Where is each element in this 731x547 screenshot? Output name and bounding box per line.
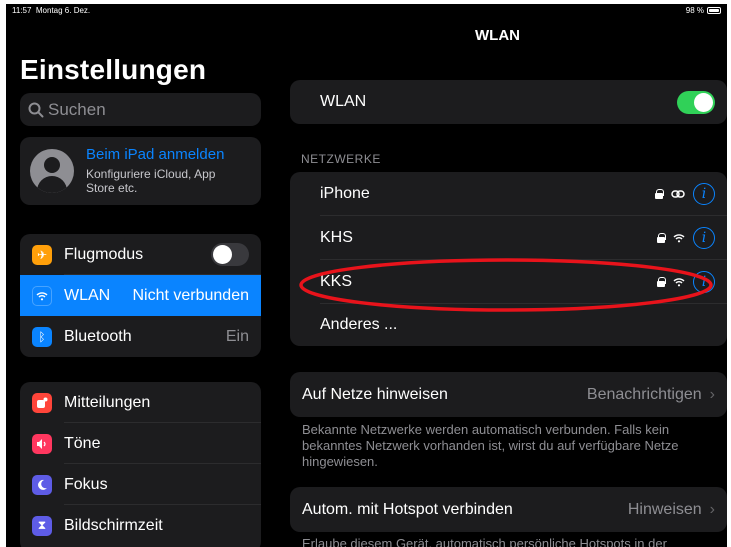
wifi-icon [32, 285, 52, 306]
network-row-khs[interactable]: KHS i [290, 216, 727, 260]
airplane-icon: ✈ [32, 244, 52, 265]
sidebar-item-label: Bluetooth [64, 327, 132, 345]
ask-join-note: Bekannte Netzwerke werden automatisch ve… [302, 422, 679, 469]
sign-in-subtitle: Konfiguriere iCloud, App Store etc. [86, 167, 216, 195]
sidebar-item-label: Flugmodus [64, 245, 144, 263]
connectivity-group: ✈ Flugmodus WLAN Nicht verbunden ᛒ Bluet… [20, 234, 261, 357]
sidebar-item-sounds[interactable]: Töne [20, 423, 261, 464]
sidebar-item-bluetooth[interactable]: ᛒ Bluetooth Ein [20, 316, 261, 357]
sidebar-item-notifications[interactable]: Mitteilungen [20, 382, 261, 423]
network-row-iphone[interactable]: iPhone i [290, 172, 727, 216]
airplane-mode-toggle[interactable] [211, 243, 249, 266]
wifi-icon [673, 234, 685, 243]
bluetooth-icon: ᛒ [32, 326, 52, 347]
status-time: 11:57 Montag 6. Dez. [12, 6, 90, 15]
sidebar-item-label: Fokus [64, 475, 108, 493]
avatar-icon [30, 149, 74, 193]
networks-header: NETZWERKE [301, 152, 381, 166]
chevron-right-icon: › [709, 385, 715, 403]
moon-icon [32, 474, 52, 495]
sidebar-item-screen-time[interactable]: ⧗ Bildschirmzeit [20, 505, 261, 546]
page-title: WLAN [475, 27, 520, 44]
sidebar-item-label: Töne [64, 434, 101, 452]
bluetooth-status: Ein [225, 327, 249, 345]
ask-join-value: Benachrichtigen [586, 385, 702, 403]
time-text: 11:57 [12, 6, 32, 15]
wlan-toggle[interactable] [677, 90, 715, 114]
hourglass-icon: ⧗ [32, 515, 52, 536]
sidebar-item-label: Mitteilungen [64, 393, 151, 411]
red-highlight-ellipse [299, 258, 713, 312]
settings-sidebar: Einstellungen Suchen Beim iPad anmelden … [6, 4, 268, 547]
notifications-group: Mitteilungen Töne Fokus ⧗ Bildschirmzeit [20, 382, 261, 547]
battery-percent: 98 % [685, 6, 704, 15]
status-bar: 11:57 Montag 6. Dez. 98 % [6, 4, 727, 18]
sound-icon [32, 433, 52, 454]
chevron-right-icon: › [709, 500, 715, 518]
apple-id-sign-in[interactable]: Beim iPad anmelden Konfiguriere iCloud, … [20, 137, 261, 205]
sidebar-item-label: Bildschirmzeit [64, 516, 163, 534]
network-name: iPhone [320, 185, 370, 202]
battery-icon [707, 7, 721, 14]
date-text: Montag 6. Dez. [35, 6, 91, 15]
hotspot-note: Erlaube diesem Gerät, automatisch persön… [302, 536, 667, 547]
sidebar-item-airplane-mode[interactable]: ✈ Flugmodus [20, 234, 261, 275]
search-placeholder: Suchen [48, 99, 106, 119]
search-input[interactable]: Suchen [20, 93, 261, 126]
wlan-status: Nicht verbunden [132, 286, 249, 304]
wlan-label: WLAN [320, 93, 367, 110]
ask-join-group: Auf Netze hinweisen Benachrichtigen › [290, 372, 727, 417]
auto-hotspot-value: Hinweisen [627, 500, 702, 518]
sign-in-title: Beim iPad anmelden [86, 146, 225, 163]
lock-icon [655, 189, 664, 199]
wlan-row: WLAN [290, 80, 727, 124]
ask-join-row[interactable]: Auf Netze hinweisen Benachrichtigen › [290, 372, 727, 417]
sidebar-title: Einstellungen [20, 54, 207, 85]
battery-indicator: 98 % [686, 6, 721, 15]
sidebar-item-focus[interactable]: Fokus [20, 464, 261, 505]
ask-join-label: Auf Netze hinweisen [302, 385, 448, 403]
notifications-icon [32, 392, 52, 413]
search-icon [28, 102, 44, 117]
wlan-toggle-group: WLAN [290, 80, 727, 124]
network-name: KHS [320, 229, 353, 246]
sidebar-item-wlan[interactable]: WLAN Nicht verbunden [20, 275, 261, 316]
other-network-label: Anderes ... [320, 316, 398, 333]
info-icon[interactable]: i [693, 183, 715, 205]
hotspot-group: Autom. mit Hotspot verbinden Hinweisen › [290, 487, 727, 532]
sidebar-item-label: WLAN [64, 286, 111, 304]
lock-icon [657, 233, 666, 243]
info-icon[interactable]: i [693, 227, 715, 249]
auto-hotspot-row[interactable]: Autom. mit Hotspot verbinden Hinweisen › [290, 487, 727, 532]
auto-hotspot-label: Autom. mit Hotspot verbinden [302, 500, 513, 518]
hotspot-icon [671, 190, 685, 198]
